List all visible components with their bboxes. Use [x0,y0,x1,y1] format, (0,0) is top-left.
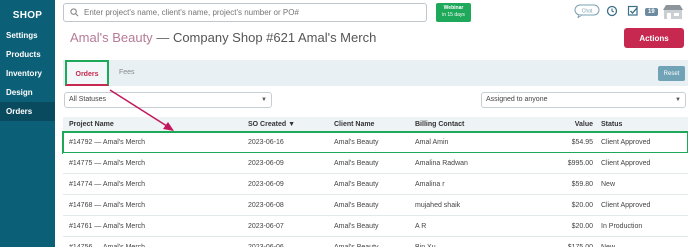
webinar-title: Webinar [443,5,464,11]
row-project-name: #14792 — Amal's Merch [69,139,146,146]
row-project-name: #14774 — Amal's Merch [69,181,146,188]
reset-button[interactable]: Reset [658,66,685,81]
row-billing-contact: Amal Amin [415,139,449,146]
sidebar-item-products[interactable]: Products [0,45,55,64]
chevron-down-icon: ▼ [675,97,681,103]
sidebar-item-orders[interactable]: Orders [0,102,55,121]
row-client-name: Amal's Beauty [334,223,379,230]
row-client-name: Amal's Beauty [334,139,379,146]
chat-icon[interactable]: Chat [574,4,600,23]
row-status: In Production [601,223,643,230]
row-billing-contact: A R [415,223,427,230]
row-status: Client Approved [601,139,651,146]
row-so-created: 2023-06-07 [248,223,284,230]
sidebar: SHOP Settings Products Inventory Design … [0,0,55,247]
row-value: $54.95 [571,139,593,146]
sidebar-brand: SHOP [12,10,43,21]
page-title-shop: Company Shop #621 Amal's Merch [172,30,377,45]
search-icon [70,4,79,22]
row-client-name: Amal's Beauty [334,160,379,167]
row-project-name: #14756 — Amal's Merch [69,237,145,247]
row-project-name: #14761 — Amal's Merch [69,223,146,230]
row-so-created: 2023-06-08 [248,202,284,209]
sidebar-item-settings[interactable]: Settings [0,26,55,45]
table-row[interactable]: #14756 — Amal's Merch 2023-06-06 Amal's … [63,237,688,247]
store-icon[interactable] [662,4,684,25]
row-so-created: 2023-06-06 [248,237,284,247]
row-billing-contact: Amalina r [415,181,445,188]
row-client-name: Amal's Beauty [334,202,379,209]
checklist-icon[interactable] [627,4,639,22]
search-input[interactable] [84,8,414,17]
row-client-name: Amal's Beauty [334,237,379,247]
sidebar-item-inventory[interactable]: Inventory [0,64,55,83]
header-billing-contact[interactable]: Billing Contact [415,117,464,132]
row-value: $995.00 [567,160,593,167]
header-project-name[interactable]: Project Name [69,117,114,132]
row-so-created: 2023-06-09 [248,160,284,167]
sidebar-nav: Settings Products Inventory Design Order… [0,26,55,121]
sidebar-item-design[interactable]: Design [0,83,55,102]
row-value: $20.00 [571,223,593,230]
tabs-bar: Orders Fees Reset [63,60,688,86]
row-billing-contact: mujahed shaik [415,202,461,209]
chat-label: Chat [582,9,593,15]
table-row[interactable]: #14792 — Amal's Merch 2023-06-16 Amal's … [62,131,688,154]
actions-button[interactable]: Actions [624,28,684,48]
webinar-badge[interactable]: Webinar in 15 days [436,3,471,22]
page-title-separator: — [156,30,170,45]
chevron-down-icon: ▼ [261,97,267,103]
row-project-name: #14768 — Amal's Merch [69,202,146,209]
row-status: New [601,181,616,188]
row-billing-contact: Bin Xu [415,237,436,247]
header-so-created[interactable]: SO Created ▼ [248,117,295,132]
row-billing-contact: Amalina Radwan [415,160,468,167]
webinar-subtitle: in 15 days [442,12,465,18]
tab-fees[interactable]: Fees [119,60,135,86]
header-client-name[interactable]: Client Name [334,117,374,132]
row-value: $20.00 [571,202,593,209]
page-title-client[interactable]: Amal's Beauty [70,30,153,45]
page-title: Amal's Beauty — Company Shop #621 Amal's… [70,30,376,45]
row-status: Client Approved [601,202,651,209]
assigned-filter-select[interactable]: Assigned to anyone ▼ [481,92,686,108]
table-row[interactable]: #14768 — Amal's Merch 2023-06-08 Amal's … [63,195,688,216]
search-bar[interactable] [63,3,427,22]
row-value: $59.80 [571,181,593,188]
table-header: Project Name SO Created ▼ Client Name Bi… [63,117,688,132]
header-value[interactable]: Value [533,117,593,132]
row-client-name: Amal's Beauty [334,181,379,188]
row-value: $175.00 [533,237,593,247]
row-so-created: 2023-06-16 [248,139,284,146]
notification-count-badge[interactable]: 19 [645,8,658,16]
tab-orders[interactable]: Orders [65,60,109,86]
row-project-name: #14775 — Amal's Merch [69,160,146,167]
orders-table: Project Name SO Created ▼ Client Name Bi… [62,117,688,247]
header-status[interactable]: Status [601,117,622,132]
row-status: Client Approved [601,160,651,167]
clock-icon[interactable] [606,4,618,22]
row-status: New [601,237,615,247]
row-so-created: 2023-06-09 [248,181,284,188]
table-row[interactable]: #14774 — Amal's Merch 2023-06-09 Amal's … [63,174,688,195]
assigned-filter-value: Assigned to anyone [486,96,548,103]
table-row[interactable]: #14761 — Amal's Merch 2023-06-07 Amal's … [63,216,688,237]
status-filter-value: All Statuses [69,96,106,103]
table-row[interactable]: #14775 — Amal's Merch 2023-06-09 Amal's … [63,153,688,174]
status-filter-select[interactable]: All Statuses ▼ [64,92,272,108]
